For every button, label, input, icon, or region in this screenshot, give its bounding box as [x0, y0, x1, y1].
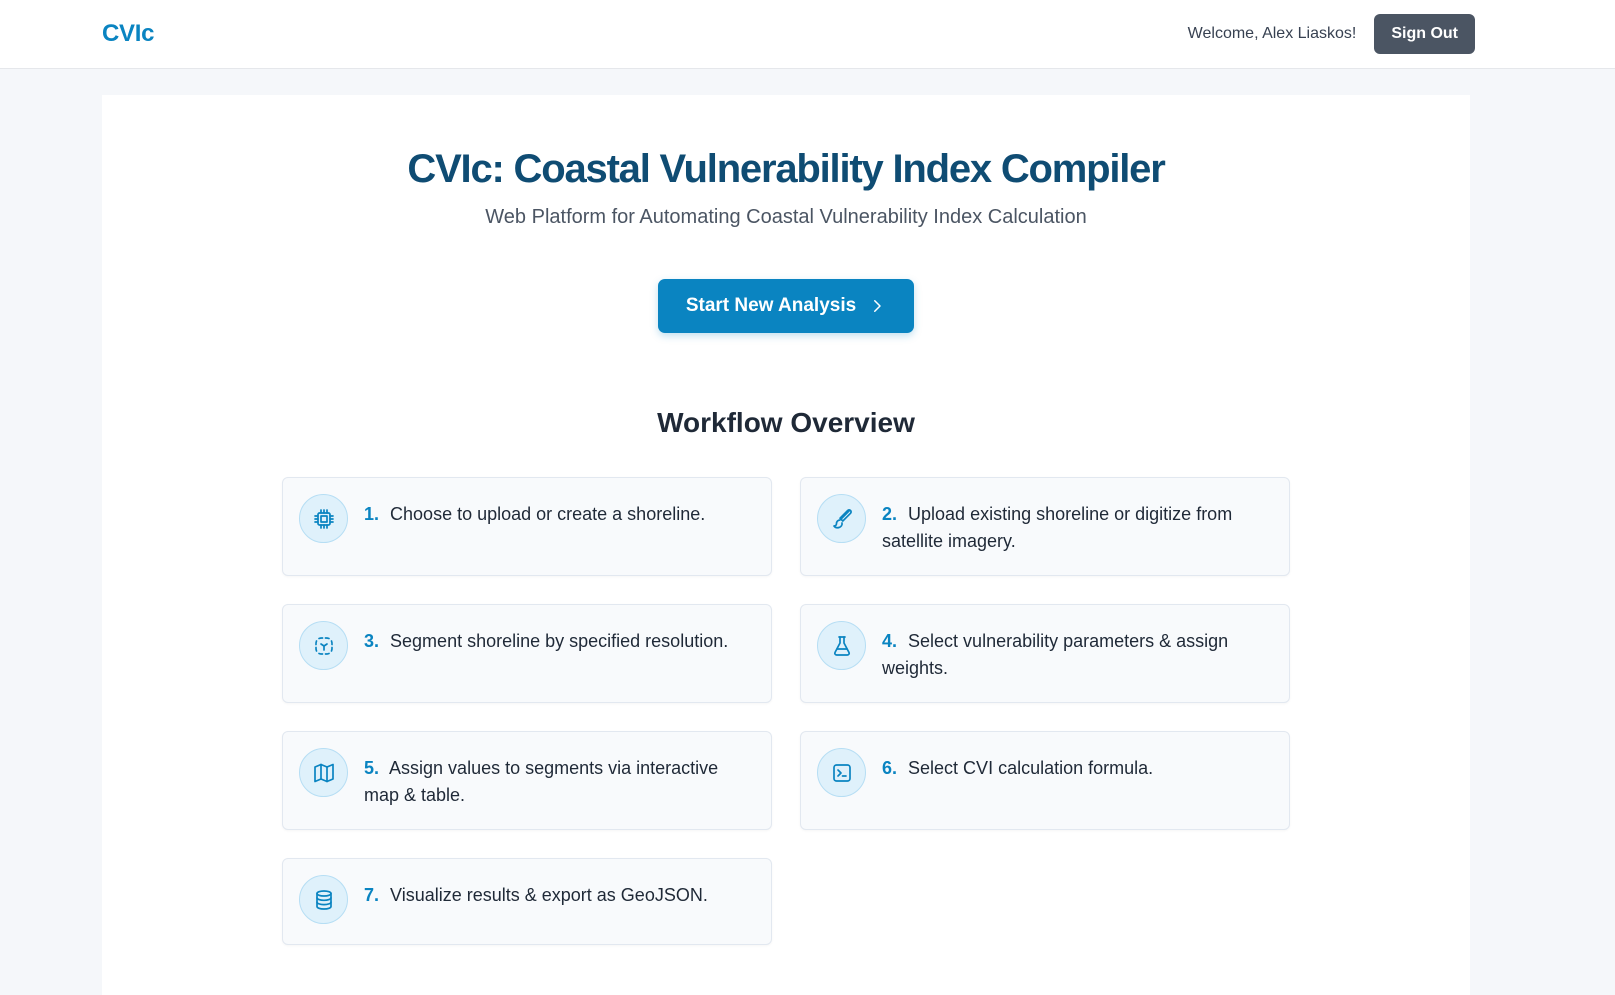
- step-text: 2. Upload existing shoreline or digitize…: [882, 494, 1273, 555]
- map-icon: [313, 763, 334, 782]
- terminal-icon: [832, 763, 851, 782]
- cta-wrapper: Start New Analysis: [102, 279, 1470, 333]
- step-description: Visualize results & export as GeoJSON.: [390, 885, 708, 905]
- step-number: 7.: [364, 885, 380, 905]
- step-description: Select vulnerability parameters & assign…: [882, 631, 1229, 678]
- step-text: 4. Select vulnerability parameters & ass…: [882, 621, 1273, 682]
- workflow-step-3: 3. Segment shoreline by specified resolu…: [282, 604, 772, 703]
- workflow-step-6: 6. Select CVI calculation formula.: [800, 731, 1290, 830]
- step-text: 1. Choose to upload or create a shorelin…: [364, 494, 705, 528]
- step-number: 4.: [882, 631, 898, 651]
- workflow-step-5: 5. Assign values to segments via interac…: [282, 731, 772, 830]
- step-icon-wrapper: [817, 494, 866, 543]
- workflow-title: Workflow Overview: [657, 407, 915, 438]
- step-text: 6. Select CVI calculation formula.: [882, 748, 1153, 782]
- paintbrush-icon: [832, 508, 852, 529]
- sign-out-button[interactable]: Sign Out: [1374, 14, 1475, 54]
- step-description: Segment shoreline by specified resolutio…: [390, 631, 729, 651]
- step-icon-wrapper: [299, 748, 348, 797]
- chevron-right-icon: [874, 300, 881, 312]
- top-navbar: CVIc Welcome, Alex Liaskos! Sign Out: [0, 0, 1615, 69]
- step-number: 6.: [882, 758, 898, 778]
- step-description: Assign values to segments via interactiv…: [364, 758, 719, 805]
- scan-segment-icon: [314, 636, 333, 655]
- step-number: 2.: [882, 504, 898, 524]
- workflow-step-2: 2. Upload existing shoreline or digitize…: [800, 477, 1290, 576]
- step-text: 7. Visualize results & export as GeoJSON…: [364, 875, 708, 909]
- page-subtitle: Web Platform for Automating Coastal Vuln…: [485, 206, 1087, 228]
- brand-logo[interactable]: CVIc: [102, 20, 154, 48]
- database-icon: [315, 889, 332, 910]
- step-text: 3. Segment shoreline by specified resolu…: [364, 621, 728, 655]
- workflow-step-7: 7. Visualize results & export as GeoJSON…: [282, 858, 772, 945]
- step-icon-wrapper: [299, 875, 348, 924]
- step-description: Select CVI calculation formula.: [908, 758, 1154, 778]
- main-card: CVIc: Coastal Vulnerability Index Compil…: [102, 95, 1470, 995]
- flask-icon: [833, 635, 850, 656]
- user-area: Welcome, Alex Liaskos! Sign Out: [1188, 14, 1475, 54]
- start-new-analysis-button[interactable]: Start New Analysis: [657, 279, 915, 333]
- step-description: Upload existing shoreline or digitize fr…: [882, 504, 1233, 551]
- step-number: 3.: [364, 631, 380, 651]
- step-description: Choose to upload or create a shoreline.: [390, 504, 706, 524]
- welcome-text: Welcome, Alex Liaskos!: [1187, 25, 1357, 42]
- step-text: 5. Assign values to segments via interac…: [364, 748, 755, 809]
- step-icon-wrapper: [817, 621, 866, 670]
- page-title: CVIc: Coastal Vulnerability Index Compil…: [407, 147, 1165, 191]
- workflow-step-4: 4. Select vulnerability parameters & ass…: [800, 604, 1290, 703]
- workflow-grid: 1. Choose to upload or create a shorelin…: [282, 477, 1290, 945]
- step-number: 1.: [364, 504, 380, 524]
- workflow-step-1: 1. Choose to upload or create a shorelin…: [282, 477, 772, 576]
- start-new-analysis-label: Start New Analysis: [685, 295, 857, 316]
- step-icon-wrapper: [299, 494, 348, 543]
- cpu-chip-icon: [313, 508, 334, 529]
- step-icon-wrapper: [299, 621, 348, 670]
- step-icon-wrapper: [817, 748, 866, 797]
- step-number: 5.: [364, 758, 380, 778]
